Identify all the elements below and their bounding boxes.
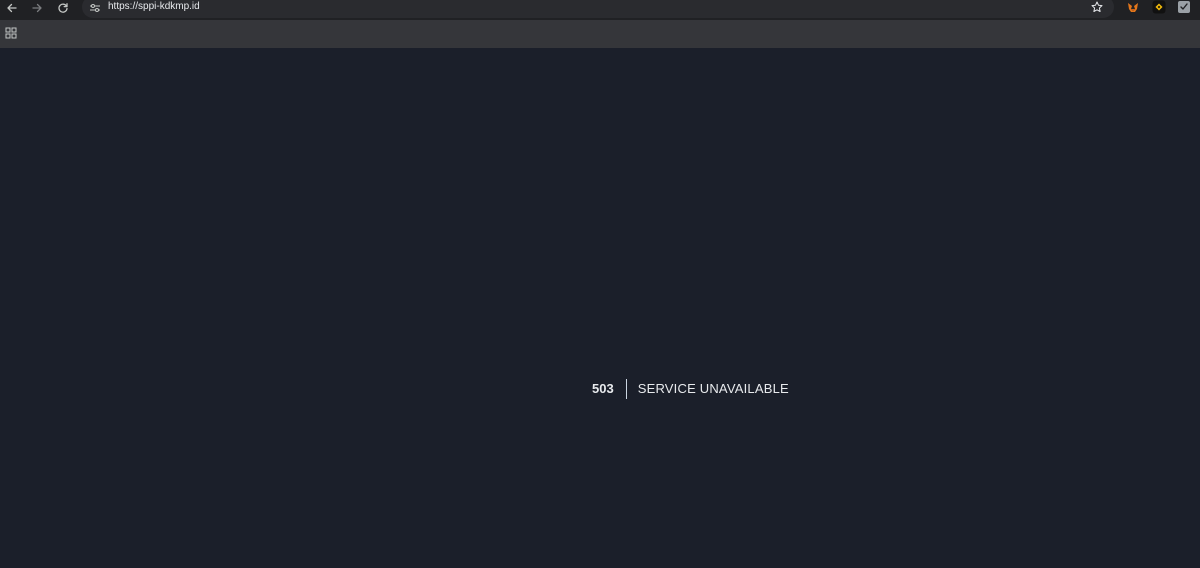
navigation-bar: https://sppi-kdkmp.id: [0, 0, 1200, 20]
shield-extension-icon[interactable]: [1177, 0, 1191, 14]
reload-icon[interactable]: [53, 0, 73, 16]
forward-arrow-icon[interactable]: [27, 0, 47, 16]
divider: [625, 379, 627, 399]
back-arrow-icon[interactable]: [2, 0, 22, 16]
binance-wallet-extension-icon[interactable]: [1152, 0, 1166, 14]
metamask-extension-icon[interactable]: [1126, 0, 1140, 14]
browser-chrome: https://sppi-kdkmp.id: [0, 0, 1200, 48]
error-message-container: 503 SERVICE UNAVAILABLE: [592, 379, 789, 399]
site-settings-icon[interactable]: [88, 2, 102, 14]
star-icon[interactable]: [1090, 1, 1104, 13]
address-bar[interactable]: https://sppi-kdkmp.id: [82, 0, 1114, 18]
error-message: SERVICE UNAVAILABLE: [637, 381, 789, 396]
apps-grid-icon[interactable]: [4, 26, 18, 40]
url-text[interactable]: https://sppi-kdkmp.id: [108, 0, 200, 14]
error-code: 503: [592, 381, 614, 396]
